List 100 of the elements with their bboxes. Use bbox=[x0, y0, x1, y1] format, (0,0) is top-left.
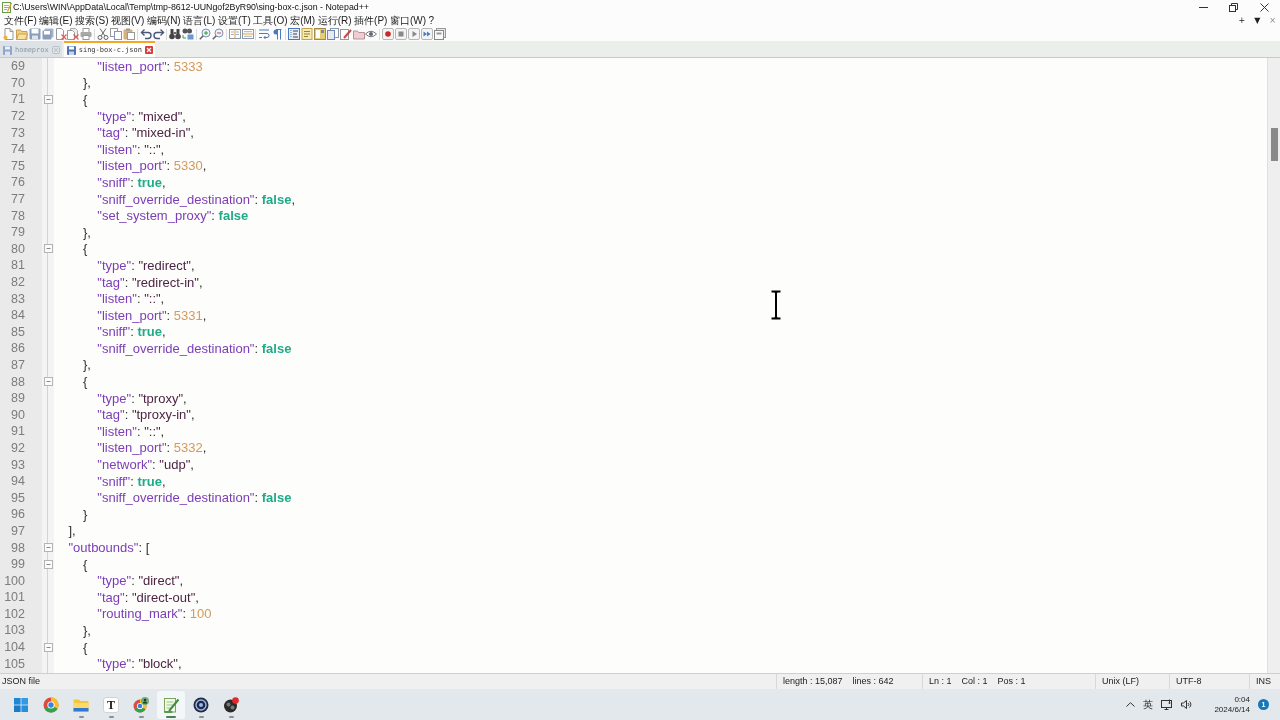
close-icon[interactable] bbox=[144, 46, 153, 54]
status-text: JSON file bbox=[2, 676, 40, 687]
document-icon[interactable] bbox=[300, 28, 313, 40]
menu-item[interactable]: 编码(N) bbox=[146, 14, 181, 27]
code-line: "sniff_override_destination": false bbox=[97, 340, 292, 356]
chevron-up-icon[interactable] bbox=[1126, 702, 1136, 707]
split-vertical-icon[interactable] bbox=[228, 28, 241, 40]
collapse-icon[interactable] bbox=[43, 377, 53, 387]
zoom-in-icon[interactable] bbox=[199, 28, 212, 40]
window-title: C:\Users\WIN\AppData\Local\Temp\tmp-8612-UUNgof2ByR90\sing-box-c.json - Notepad++ bbox=[13, 1, 369, 13]
line-number: 95 bbox=[11, 490, 25, 505]
record-icon[interactable] bbox=[382, 28, 395, 40]
word-wrap-icon[interactable] bbox=[258, 28, 271, 40]
tab-list-button[interactable]: ▼ bbox=[1254, 15, 1261, 26]
menu-item[interactable]: 搜索(S) bbox=[75, 14, 109, 27]
collapse-icon[interactable] bbox=[43, 543, 53, 552]
pages-icon[interactable] bbox=[326, 28, 339, 40]
menu-item[interactable]: 宏(M) bbox=[290, 14, 316, 27]
menu-item[interactable]: 视图(V) bbox=[110, 14, 145, 27]
menu-item[interactable]: 窗口(W) bbox=[389, 14, 426, 27]
input-method-indicator[interactable]: 英 bbox=[1143, 698, 1154, 711]
scrollbar-thumb[interactable] bbox=[1270, 128, 1278, 161]
find-replace-icon[interactable] bbox=[182, 28, 195, 40]
line-number: 105 bbox=[4, 656, 25, 671]
clock-time[interactable]: 0:04 bbox=[1234, 694, 1250, 705]
close-all-icon[interactable] bbox=[67, 28, 80, 40]
browser-icon bbox=[43, 696, 59, 713]
close-file-icon[interactable] bbox=[54, 28, 67, 40]
printer-icon[interactable] bbox=[80, 28, 93, 40]
code-line: "tag": "direct-out", bbox=[97, 589, 199, 605]
collapse-icon[interactable] bbox=[43, 642, 53, 652]
code-line: "sniff": true, bbox=[97, 174, 166, 190]
code-line: "listen_port": 5331, bbox=[97, 307, 207, 323]
indent-guide-icon[interactable] bbox=[288, 28, 301, 40]
network-icon[interactable] bbox=[1161, 699, 1174, 710]
code-line: "sniff": true, bbox=[97, 473, 166, 489]
code-line: "type": "block", bbox=[97, 656, 182, 672]
stacked-windows-icon[interactable] bbox=[433, 28, 446, 40]
menu-item[interactable]: 文件(F) bbox=[4, 14, 37, 27]
collapse-icon[interactable] bbox=[43, 559, 53, 569]
line-number: 96 bbox=[11, 507, 25, 522]
taskbar-button[interactable]: T bbox=[97, 690, 125, 719]
menu-item[interactable]: 运行(R) bbox=[317, 14, 352, 27]
clock-date[interactable]: 2024/6/14 bbox=[1214, 704, 1250, 715]
new-file-icon[interactable] bbox=[3, 28, 15, 40]
split-horizontal-icon[interactable] bbox=[241, 28, 254, 40]
scissors-icon[interactable] bbox=[97, 28, 110, 40]
binoculars-icon[interactable] bbox=[169, 28, 182, 40]
status-text: Pos : 1 bbox=[997, 676, 1026, 687]
close-document-button[interactable]: × bbox=[1269, 15, 1276, 26]
zoom-out-icon[interactable] bbox=[211, 28, 224, 40]
undo-icon[interactable] bbox=[139, 28, 152, 40]
code-line: } bbox=[82, 506, 88, 522]
status-text: lines : 642 bbox=[852, 676, 894, 687]
collapse-icon[interactable] bbox=[43, 95, 53, 104]
fast-forward-icon[interactable] bbox=[420, 28, 433, 40]
line-number: 92 bbox=[11, 440, 25, 455]
code-line: { bbox=[82, 92, 88, 107]
pen-page-icon[interactable] bbox=[339, 28, 352, 40]
status-text: Col : 1 bbox=[961, 676, 988, 687]
menu-item[interactable]: 工具(O) bbox=[253, 14, 288, 27]
letter-tile-icon: T bbox=[103, 696, 119, 713]
volume-icon[interactable] bbox=[1181, 700, 1193, 709]
save-all-icon[interactable] bbox=[41, 28, 54, 40]
menu-item[interactable]: 编辑(E) bbox=[39, 14, 73, 27]
code-line: "type": "direct", bbox=[97, 573, 184, 589]
menu-item[interactable]: 设置(T) bbox=[217, 14, 251, 27]
document-map-icon[interactable] bbox=[313, 28, 326, 40]
new-tab-button[interactable]: + bbox=[1238, 15, 1246, 26]
code-line: "outbounds": [ bbox=[68, 540, 150, 555]
line-number: 78 bbox=[11, 208, 25, 223]
folder-icon[interactable] bbox=[15, 28, 28, 40]
stop-icon[interactable] bbox=[395, 28, 408, 40]
line-number: 89 bbox=[11, 391, 25, 406]
line-number: 97 bbox=[11, 523, 25, 538]
menu-item[interactable]: ? bbox=[428, 14, 435, 27]
line-number: 85 bbox=[11, 324, 25, 339]
line-number: 100 bbox=[4, 573, 25, 588]
collapse-icon[interactable] bbox=[43, 244, 53, 254]
eye-icon[interactable] bbox=[365, 28, 378, 40]
paste-icon[interactable] bbox=[122, 28, 135, 40]
code-line: "type": "redirect", bbox=[97, 257, 195, 273]
save-icon[interactable] bbox=[28, 28, 41, 40]
line-number: 77 bbox=[11, 192, 25, 207]
code-line: "listen": "::", bbox=[97, 423, 165, 439]
line-number: 104 bbox=[4, 640, 25, 655]
copy-icon[interactable] bbox=[110, 28, 122, 40]
round-app-icon bbox=[223, 696, 239, 713]
play-icon[interactable] bbox=[407, 28, 420, 40]
line-number: 79 bbox=[11, 225, 25, 240]
line-number: 76 bbox=[11, 175, 25, 190]
code-line: "listen": "::", bbox=[97, 141, 165, 157]
code-line: }, bbox=[82, 623, 91, 638]
line-number: 94 bbox=[11, 474, 25, 489]
pilcrow-icon[interactable] bbox=[271, 28, 284, 40]
menu-item[interactable]: 插件(P) bbox=[354, 14, 388, 27]
menu-item[interactable]: 语言(L) bbox=[183, 14, 216, 27]
line-number: 98 bbox=[11, 540, 25, 555]
code-line: "listen": "::", bbox=[97, 291, 165, 307]
redo-icon[interactable] bbox=[152, 28, 165, 40]
